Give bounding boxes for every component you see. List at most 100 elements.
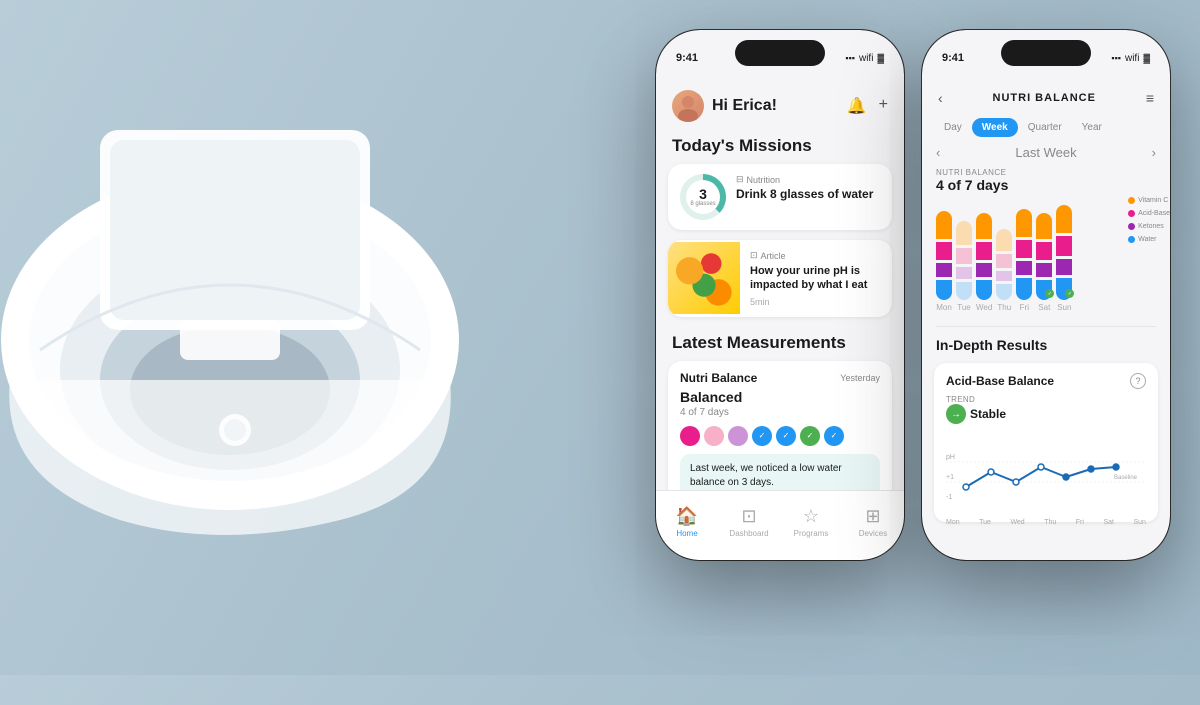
- article-food-photo: [668, 242, 740, 314]
- notification-text: Last week, we noticed a low water balanc…: [690, 463, 842, 488]
- dot-4: ✓: [752, 426, 772, 446]
- measurements-status: Balanced: [680, 389, 880, 405]
- nav-programs-label: Programs: [794, 529, 829, 538]
- result-card-title: Acid-Base Balance: [946, 374, 1054, 388]
- chart-label-tue: Tue: [957, 303, 971, 312]
- dot-7: ✓: [824, 426, 844, 446]
- chart-col-fri: Fri: [1016, 209, 1032, 312]
- chart-area: Mon Tue: [922, 197, 1170, 320]
- phone-2-screen: 9:41 ▪▪▪ wifi ▓ ‹ NUTRI BALANCE ≡ Day We…: [922, 30, 1170, 560]
- battery-icon-1: ▓: [877, 53, 884, 63]
- legend-dot-acid-base: [1128, 210, 1135, 217]
- nutrition-icon: ⊟: [736, 174, 744, 185]
- greeting-text: Hi Erica!: [712, 97, 777, 115]
- back-button[interactable]: ‹: [938, 90, 943, 106]
- mission-number: 3: [699, 187, 707, 201]
- phone-2: 9:41 ▪▪▪ wifi ▓ ‹ NUTRI BALANCE ≡ Day We…: [922, 30, 1170, 560]
- article-card[interactable]: ⊡ Article How your urine pH is impacted …: [668, 240, 892, 317]
- home-icon: 🏠: [676, 506, 698, 527]
- chart-col-thu: Thu: [996, 229, 1012, 312]
- dot-5: ✓: [776, 426, 796, 446]
- tab-day[interactable]: Day: [934, 118, 972, 137]
- legend-dot-vitamin-c: [1128, 197, 1135, 204]
- svg-text:pH: pH: [946, 454, 955, 461]
- chart-label-sat: Sat: [1038, 303, 1050, 312]
- mission-circle-inner: 3 8 glasses: [686, 180, 720, 214]
- week-nav: ‹ Last Week ›: [922, 141, 1170, 164]
- svg-text:+1: +1: [946, 474, 954, 481]
- dot-row: ✓ ✓ ✓ ✓: [680, 426, 880, 446]
- nutri-header: ‹ NUTRI BALANCE ≡: [922, 82, 1170, 114]
- avatar: [672, 90, 704, 122]
- nav-dashboard[interactable]: ⊡ Dashboard: [718, 506, 780, 538]
- chart-label-sun: Sun: [1057, 303, 1071, 312]
- dot-2: [704, 426, 724, 446]
- in-depth-title: In-Depth Results: [922, 333, 1170, 357]
- nutri-balance-label: NUTRI BALANCE: [936, 168, 1156, 177]
- axis-sat: Sat: [1103, 519, 1114, 526]
- phone-1-screen: 9:41 ▪▪▪ wifi ▓: [656, 30, 904, 560]
- measurements-card[interactable]: Nutri Balance Yesterday Balanced 4 of 7 …: [668, 361, 892, 508]
- measurements-date: Yesterday: [840, 373, 880, 383]
- nav-devices[interactable]: ⊞ Devices: [842, 506, 904, 538]
- legend-label-vitamin-c: Vitamin C: [1138, 197, 1168, 204]
- article-time: 5min: [750, 297, 882, 307]
- measurements-header: Nutri Balance Yesterday: [680, 371, 880, 385]
- bottom-nav: 🏠 Home ⊡ Dashboard ☆ Programs ⊞ Devices: [656, 490, 904, 560]
- programs-icon: ☆: [803, 506, 819, 527]
- bell-icon[interactable]: 🔔: [847, 96, 867, 116]
- chart-col-sat: ✓ Sat: [1036, 213, 1052, 312]
- axis-fri: Fri: [1076, 519, 1084, 526]
- article-icon: ⊡: [750, 250, 758, 261]
- missions-section-title: Today's Missions: [656, 130, 904, 164]
- article-category: ⊡ Article: [750, 250, 882, 261]
- nav-dashboard-label: Dashboard: [729, 529, 768, 538]
- status-time-1: 9:41: [676, 52, 698, 64]
- legend-ketones: Ketones: [1128, 223, 1170, 230]
- nav-home[interactable]: 🏠 Home: [656, 506, 718, 538]
- legend-acid-base: Acid-Base: [1128, 210, 1170, 217]
- signal-icon-1: ▪▪▪: [845, 53, 855, 63]
- result-trend-value: → Stable: [946, 404, 1146, 424]
- tab-week[interactable]: Week: [972, 118, 1018, 137]
- battery-icon-2: ▓: [1143, 53, 1150, 63]
- mission-progress-circle: 3 8 glasses: [680, 174, 726, 220]
- toilet-illustration: [0, 0, 580, 700]
- dot-6: ✓: [800, 426, 820, 446]
- nutri-balance-section: NUTRI BALANCE 4 of 7 days: [922, 164, 1170, 197]
- phone-2-content: ‹ NUTRI BALANCE ≡ Day Week Quarter Year …: [922, 82, 1170, 560]
- measurements-count: 4 of 7 days: [680, 407, 880, 418]
- legend-water: Water: [1128, 236, 1170, 243]
- article-image: [668, 242, 740, 314]
- menu-button[interactable]: ≡: [1146, 90, 1154, 106]
- tab-quarter[interactable]: Quarter: [1018, 118, 1072, 137]
- nav-programs[interactable]: ☆ Programs: [780, 506, 842, 538]
- legend-label-acid-base: Acid-Base: [1138, 210, 1170, 217]
- phone-1: 9:41 ▪▪▪ wifi ▓: [656, 30, 904, 560]
- help-icon[interactable]: ?: [1130, 373, 1146, 389]
- article-content: ⊡ Article How your urine pH is impacted …: [750, 240, 892, 317]
- tab-year[interactable]: Year: [1072, 118, 1112, 137]
- week-next[interactable]: ›: [1152, 145, 1156, 160]
- result-card[interactable]: Acid-Base Balance ? TREND → Stable: [934, 363, 1158, 522]
- nutri-title: NUTRI BALANCE: [993, 92, 1096, 104]
- svg-text:Baseline: Baseline: [1114, 475, 1138, 481]
- svg-text:-1: -1: [946, 494, 952, 501]
- chart-legend: Vitamin C Acid-Base Ketones Water: [1128, 197, 1170, 243]
- article-title: How your urine pH is impacted by what I …: [750, 264, 882, 293]
- legend-dot-ketones: [1128, 223, 1135, 230]
- dot-1: [680, 426, 700, 446]
- plus-icon[interactable]: +: [879, 96, 888, 116]
- axis-mon: Mon: [946, 519, 960, 526]
- week-prev[interactable]: ‹: [936, 145, 940, 160]
- signal-icon-2: ▪▪▪: [1111, 53, 1121, 63]
- phones-container: 9:41 ▪▪▪ wifi ▓: [656, 30, 1170, 560]
- app-header-1: Hi Erica! 🔔 +: [656, 82, 904, 130]
- status-icons-2: ▪▪▪ wifi ▓: [1111, 53, 1150, 64]
- legend-label-ketones: Ketones: [1138, 223, 1164, 230]
- result-trend-label: TREND: [946, 395, 1146, 404]
- stable-icon: →: [946, 404, 966, 424]
- mission-card[interactable]: 3 8 glasses ⊟ Nutrition Drink 8 glasses …: [668, 164, 892, 230]
- chart-label-fri: Fri: [1020, 303, 1029, 312]
- dashboard-icon: ⊡: [741, 506, 756, 527]
